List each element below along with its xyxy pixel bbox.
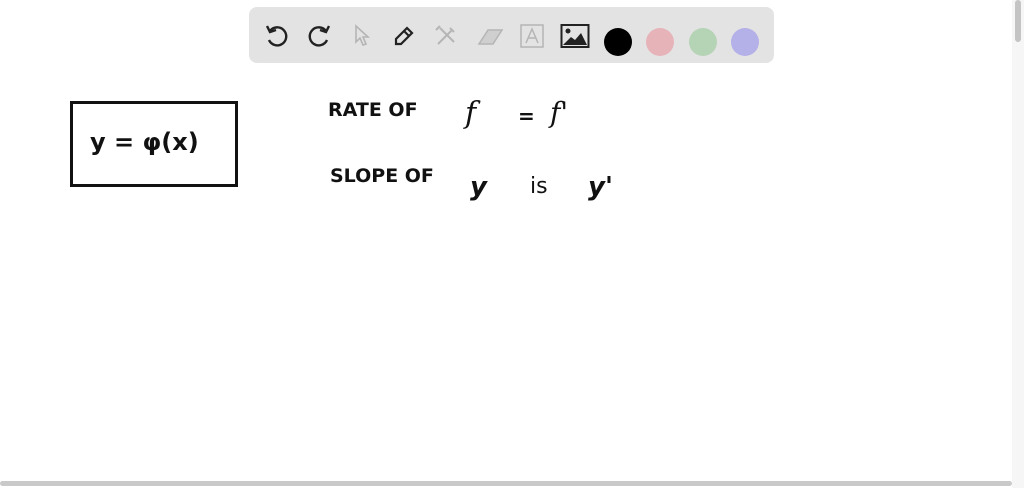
- undo-icon[interactable]: [262, 21, 292, 51]
- color-pink-swatch[interactable]: [646, 28, 674, 56]
- image-icon[interactable]: [560, 21, 590, 51]
- color-purple-swatch[interactable]: [731, 28, 759, 56]
- horizontal-scrollbar[interactable]: [0, 481, 1012, 486]
- slope-of-label: SLOPE OF: [330, 165, 434, 187]
- select-icon[interactable]: [347, 21, 377, 51]
- tools-icon[interactable]: [431, 21, 461, 51]
- redo-icon[interactable]: [304, 21, 334, 51]
- drawing-toolbar: [249, 7, 774, 63]
- color-green-swatch[interactable]: [689, 28, 717, 56]
- slope-var: y: [470, 172, 487, 202]
- rate-equals: =: [518, 104, 535, 128]
- vertical-scrollbar-track[interactable]: [1012, 0, 1024, 488]
- color-black-swatch[interactable]: [604, 28, 632, 56]
- vertical-scrollbar-thumb[interactable]: [1015, 0, 1021, 42]
- boxed-equation: y = φ(x): [90, 128, 199, 156]
- rate-rhs: f': [550, 96, 569, 129]
- text-icon[interactable]: [517, 21, 547, 51]
- pen-icon[interactable]: [389, 21, 419, 51]
- eraser-icon[interactable]: [475, 21, 505, 51]
- rate-var: f: [465, 96, 477, 131]
- rate-of-label: RATE OF: [328, 99, 418, 121]
- slope-rhs: y': [588, 172, 613, 202]
- is-label: is: [530, 174, 548, 199]
